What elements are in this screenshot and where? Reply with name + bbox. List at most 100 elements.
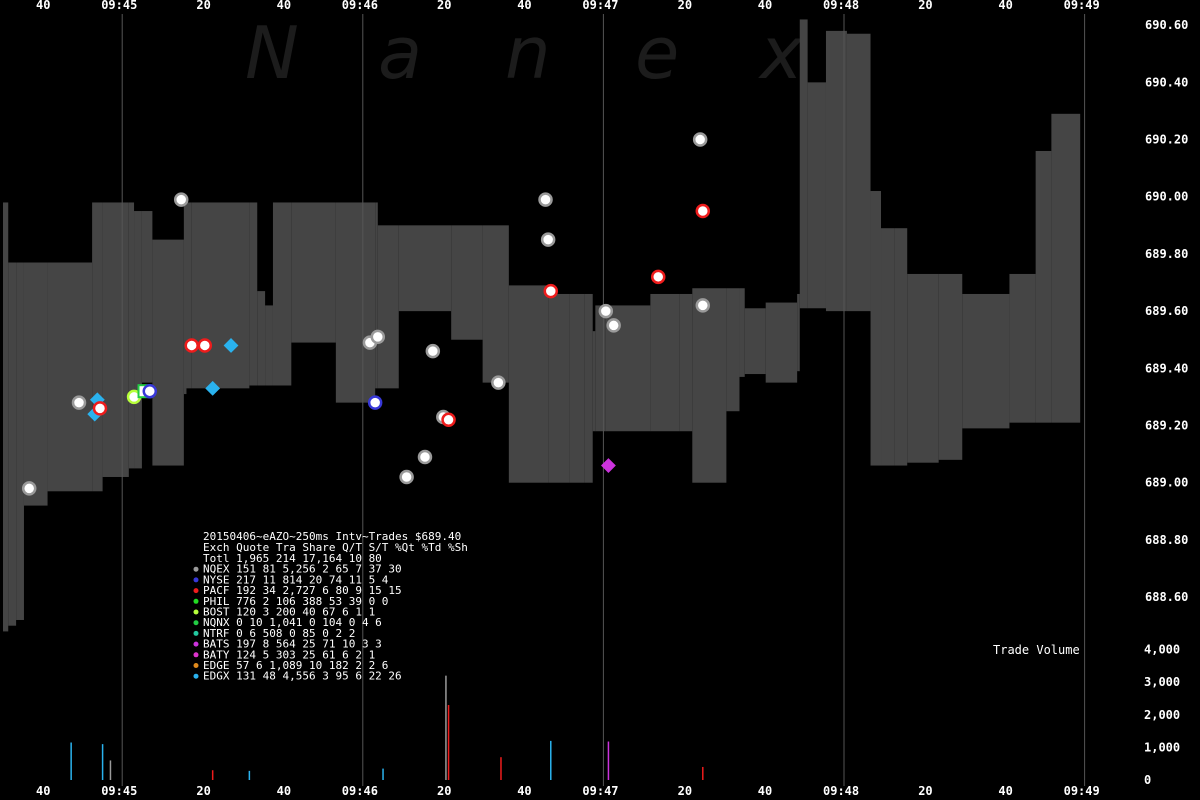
nbbo-band-segment [128, 202, 135, 469]
stats-legend-dot [193, 652, 199, 658]
time-tick-label-top: 40 [36, 0, 50, 12]
time-tick-label-bottom: 40 [998, 784, 1012, 798]
trade-marker [92, 401, 108, 416]
trade-marker [173, 192, 189, 207]
volume-bar [382, 768, 384, 780]
nbbo-band-segment [141, 211, 153, 383]
time-tick-label-bottom: 20 [437, 784, 451, 798]
time-tick-label-top: 40 [517, 0, 531, 12]
nbbo-band-segment [744, 308, 766, 375]
price-tick-label: 689.40 [1145, 361, 1188, 375]
nbbo-band-segment [47, 262, 93, 492]
watermark-letter: n [505, 11, 551, 95]
nbbo-band-segment [508, 285, 549, 483]
nbbo-band-segment [102, 202, 129, 477]
trade-marker [399, 469, 414, 485]
price-tick-label: 690.00 [1145, 190, 1188, 204]
price-tick-label: 689.20 [1145, 419, 1188, 433]
time-tick-label-bottom: 40 [758, 784, 772, 798]
nanex-trade-chart: N a n e x 690.60 690.40 690.20 690.00 689.80… [3, 0, 1188, 798]
trade-marker [598, 303, 614, 319]
time-tick-label-top: 40 [758, 0, 772, 12]
trade-marker [650, 269, 666, 285]
volume-bar [702, 766, 704, 780]
volume-bar [550, 740, 552, 780]
time-tick-label-bottom: 09:47 [582, 784, 618, 798]
nbbo-band-segment [870, 191, 882, 466]
volume-bar [101, 744, 104, 780]
time-tick-label-bottom: 09:46 [342, 784, 378, 798]
volume-bar [109, 760, 112, 780]
time-tick-label-top: 40 [998, 0, 1012, 12]
nbbo-band-segment [191, 202, 250, 389]
nbbo-band-segment [807, 82, 826, 309]
nbbo-band-segment [569, 293, 585, 483]
nbbo-band-segment [692, 288, 727, 483]
price-tick-label: 690.40 [1145, 75, 1188, 89]
time-tick-label-top: 09:46 [342, 0, 378, 12]
nbbo-band-segment [404, 225, 452, 312]
nbbo-band-segment [377, 225, 399, 389]
time-tick-label-bottom: 20 [678, 784, 692, 798]
volume-axis-label: Trade Volume [993, 643, 1080, 657]
nbbo-band-segment [272, 202, 292, 386]
nbbo-band-segment [152, 239, 184, 466]
nbbo-band-segment [183, 202, 192, 389]
time-tick-label-bottom: 09:48 [823, 784, 859, 798]
nbbo-band-segment [799, 19, 808, 309]
nbbo-band-segment [1051, 113, 1081, 423]
nbbo-band-segment [134, 211, 142, 469]
nbbo-band-segment [265, 305, 273, 386]
price-tick-label: 689.80 [1145, 247, 1188, 261]
nbbo-band-segment [291, 202, 336, 343]
trade-marker [184, 338, 199, 353]
stats-legend-dot [193, 577, 199, 583]
time-tick-label-top: 09:48 [823, 0, 859, 12]
price-tick-label: 688.60 [1145, 590, 1188, 604]
nbbo-band-segment [23, 262, 48, 506]
trade-marker [370, 329, 386, 345]
nbbo-band-segment [3, 202, 9, 632]
trade-marker [71, 395, 87, 410]
volume-bar [607, 741, 610, 780]
nbbo-band-segment [881, 228, 895, 466]
watermark: N a n e x [245, 11, 804, 95]
nbbo-band-segment [595, 305, 606, 432]
nbbo-band [3, 19, 1081, 632]
nbbo-band-segment [8, 262, 17, 626]
trade-marker [695, 298, 711, 313]
trade-marker [142, 383, 158, 399]
nbbo-band-segment [1035, 150, 1052, 423]
stats-legend-dot [193, 641, 199, 647]
volume-bar [70, 742, 72, 780]
volume-bar [500, 757, 502, 780]
time-tick-label-top: 09:49 [1064, 0, 1100, 12]
nbbo-band-segment [592, 331, 596, 432]
trade-marker [606, 318, 621, 333]
stats-legend-dot [193, 588, 199, 594]
time-tick-label-top: 09:45 [101, 0, 137, 12]
nbbo-band-segment [846, 33, 871, 312]
watermark-letter: a [378, 11, 422, 95]
trade-marker [540, 232, 556, 247]
volume-tick-label: 0 [1144, 773, 1151, 787]
time-tick-label-bottom: 40 [36, 784, 50, 798]
time-tick-label-top: 09:47 [582, 0, 618, 12]
trade-marker [417, 449, 433, 465]
volume-tick-label: 3,000 [1144, 675, 1180, 689]
trade-marker [441, 412, 456, 428]
nbbo-band-segment [739, 288, 745, 377]
nbbo-band-segment [249, 202, 258, 386]
time-tick-label-bottom: 20 [918, 784, 932, 798]
nbbo-band-segment [1009, 273, 1036, 423]
stats-legend-dot [193, 598, 199, 604]
trade-marker [692, 132, 708, 147]
trade-marker [425, 343, 441, 359]
watermark-letter: x [758, 11, 804, 95]
nbbo-band-segment [765, 302, 798, 383]
nbbo-band-segment [482, 225, 509, 383]
volume-bars [70, 675, 704, 780]
time-tick-label-bottom: 09:45 [101, 784, 137, 798]
nbbo-band-segment [907, 273, 939, 463]
nbbo-band-segment [797, 293, 800, 372]
